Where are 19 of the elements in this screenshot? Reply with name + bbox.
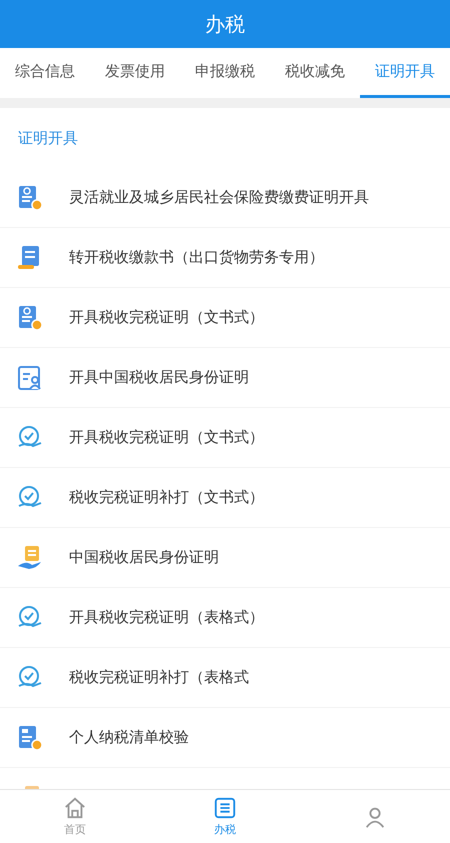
list-item[interactable]: 个人纳税清单校验	[0, 708, 450, 768]
list-item[interactable]: 开具税收完税证明（文书式）	[0, 408, 450, 468]
list-item[interactable]: 转开税收缴款书（出口货物劳务专用）	[0, 228, 450, 288]
document-icon	[16, 304, 44, 332]
document-icon	[16, 184, 44, 212]
home-icon	[63, 796, 87, 820]
list-item[interactable]: 税收完税证明补打（表格式	[0, 648, 450, 708]
list-item[interactable]: 税收完税证明补打（文书式）	[0, 468, 450, 528]
list-item[interactable]: 开具中国税收居民身份证明	[0, 348, 450, 408]
list-icon	[213, 796, 237, 820]
list-item[interactable]: 中国税收居民身份证明	[0, 528, 450, 588]
hand-icon	[16, 544, 44, 572]
section-title: 证明开具	[17, 128, 79, 148]
list-item[interactable]: 灵活就业及城乡居民社会保险费缴费证明开具	[0, 168, 450, 228]
list-item[interactable]: 开具税收完税证明（文书式）	[0, 288, 450, 348]
list-item[interactable]: 开具税收完税证明（表格式）	[0, 588, 450, 648]
document-icon	[16, 724, 44, 752]
nav-tab[interactable]: 办税	[150, 790, 300, 843]
page-title: 办税	[205, 10, 245, 38]
